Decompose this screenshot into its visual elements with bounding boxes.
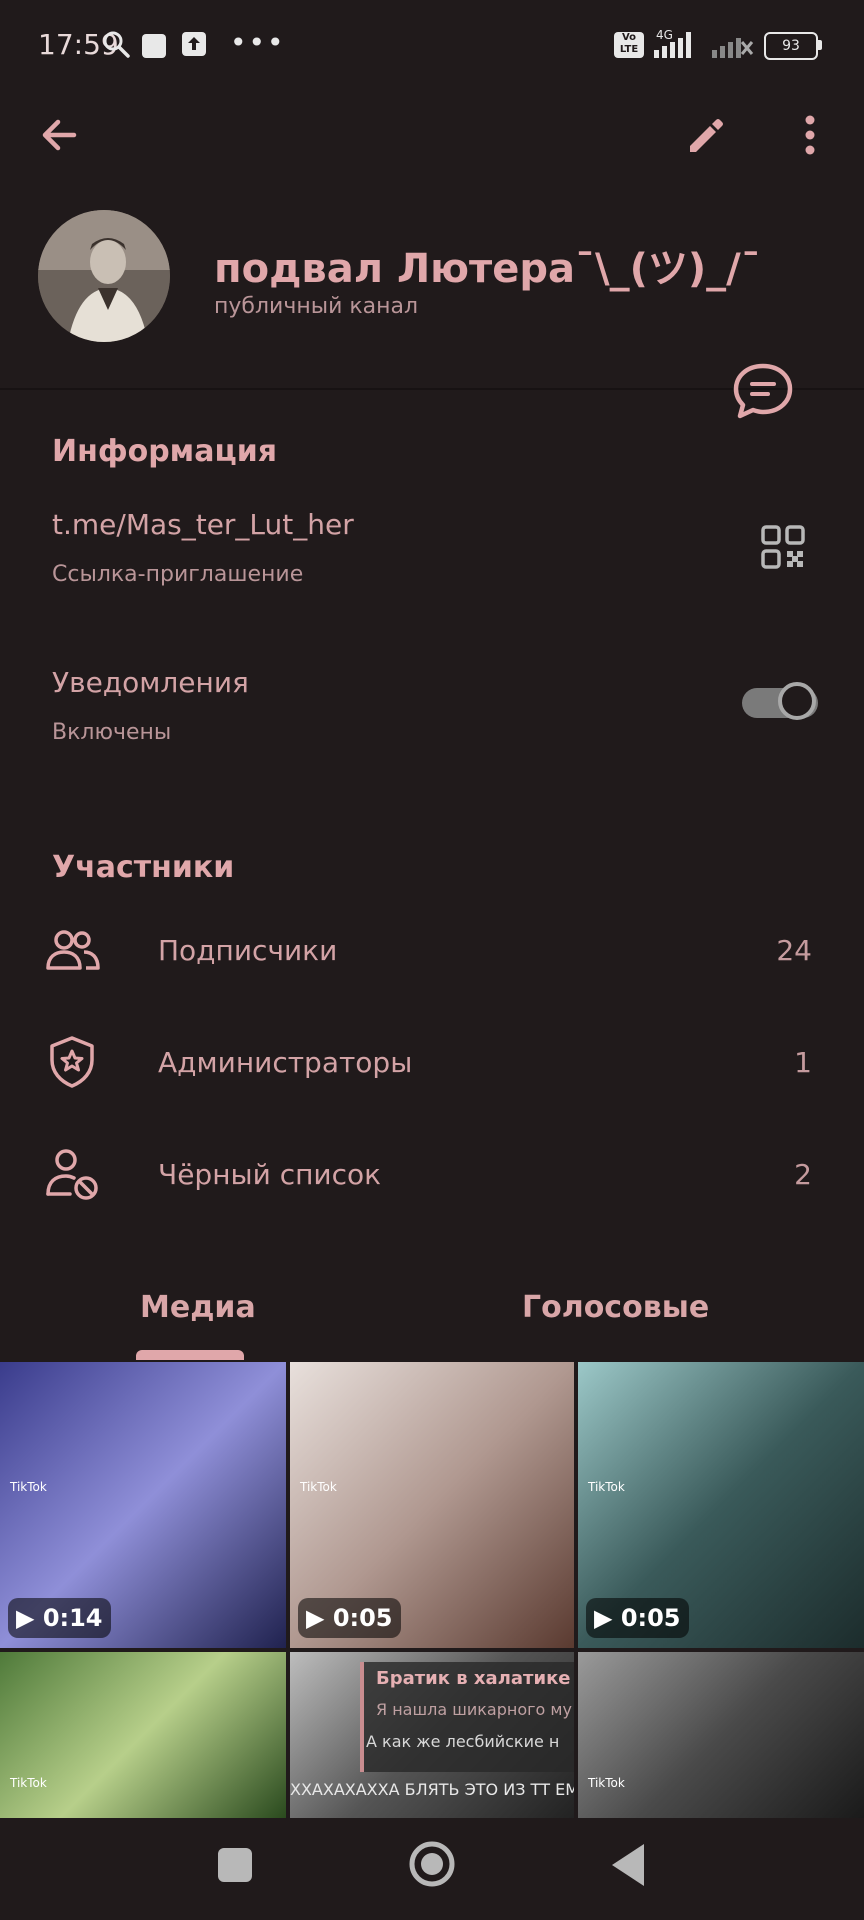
toggle-knob	[778, 682, 816, 720]
tiktok-watermark: TikTok	[300, 1480, 337, 1494]
caption-text: ХХАХАХАХХА БЛЯТЬ ЭТО ИЗ ТТ ЕМА	[290, 1780, 574, 1799]
channel-avatar[interactable]	[38, 210, 170, 342]
tiktok-watermark: TikTok	[10, 1480, 47, 1494]
back-nav-button[interactable]	[610, 1842, 646, 1888]
back-button[interactable]	[36, 110, 86, 160]
people-icon	[46, 930, 100, 970]
tab-media[interactable]: Медиа	[140, 1290, 256, 1325]
recents-button[interactable]	[218, 1848, 252, 1882]
battery-tip	[818, 40, 822, 50]
media-tile[interactable]: TikTok	[578, 1652, 864, 1818]
reply-text: Я нашла шикарного му	[376, 1700, 572, 1719]
media-tile[interactable]: TikTok ▶ 0:05	[290, 1362, 574, 1648]
members-row-count: 24	[776, 934, 812, 967]
members-heading: Участники	[52, 850, 235, 885]
duration-value: 0:14	[42, 1604, 103, 1632]
shield-star-icon	[50, 1036, 94, 1088]
discussion-button[interactable]	[726, 356, 800, 426]
notifications-label[interactable]: Уведомления	[52, 666, 249, 699]
volte-icon: Vo LTE	[614, 32, 644, 58]
channel-title: подвал Лютера¯\_(ツ)_/¯	[214, 246, 761, 292]
tab-indicator	[136, 1350, 244, 1360]
tiktok-watermark: TikTok	[588, 1480, 625, 1494]
media-tile[interactable]: TikTok ▶ 0:05	[578, 1362, 864, 1648]
notifications-toggle[interactable]	[742, 680, 818, 726]
members-row-label[interactable]: Чёрный список	[158, 1158, 381, 1191]
duration-value: 0:05	[620, 1604, 681, 1632]
tiktok-watermark: TikTok	[588, 1776, 625, 1790]
signal-icon	[654, 32, 691, 58]
more-options-button[interactable]	[790, 110, 830, 160]
tiktok-watermark: TikTok	[10, 1776, 47, 1790]
media-tile[interactable]: TikTok	[0, 1652, 286, 1818]
media-tile[interactable]: TikTok ▶ 0:14	[0, 1362, 286, 1648]
members-row-count: 2	[794, 1158, 812, 1191]
search-icon	[103, 31, 130, 58]
battery-icon: 93	[764, 32, 818, 60]
upload-icon	[182, 32, 206, 56]
qr-code-button[interactable]	[760, 524, 806, 570]
video-duration: ▶ 0:05	[298, 1598, 401, 1638]
invite-link-caption: Ссылка-приглашение	[52, 562, 304, 587]
user-block-icon	[46, 1149, 98, 1200]
info-heading: Информация	[52, 434, 277, 469]
home-button[interactable]	[408, 1840, 456, 1888]
duration-value: 0:05	[332, 1604, 393, 1632]
invite-link[interactable]: t.me/Mas_ter_Lut_her	[52, 508, 354, 541]
video-duration: ▶ 0:05	[586, 1598, 689, 1638]
more-notifications-icon: •••	[230, 26, 286, 59]
message-text: А как же лесбийские н	[366, 1732, 560, 1751]
members-row-label[interactable]: Администраторы	[158, 1046, 412, 1079]
edit-button[interactable]	[680, 110, 730, 160]
notification-icon	[142, 34, 166, 58]
media-tile[interactable]: Братик в халатике Я нашла шикарного му А…	[290, 1652, 574, 1818]
reply-title: Братик в халатике	[376, 1668, 571, 1689]
members-row-label[interactable]: Подписчики	[158, 934, 337, 967]
members-row-count: 1	[794, 1046, 812, 1079]
signal-no-service-icon	[712, 38, 754, 58]
notifications-state: Включены	[52, 720, 172, 745]
tab-voice[interactable]: Голосовые	[522, 1290, 709, 1325]
channel-type: публичный канал	[214, 294, 419, 319]
video-duration: ▶ 0:14	[8, 1598, 111, 1638]
